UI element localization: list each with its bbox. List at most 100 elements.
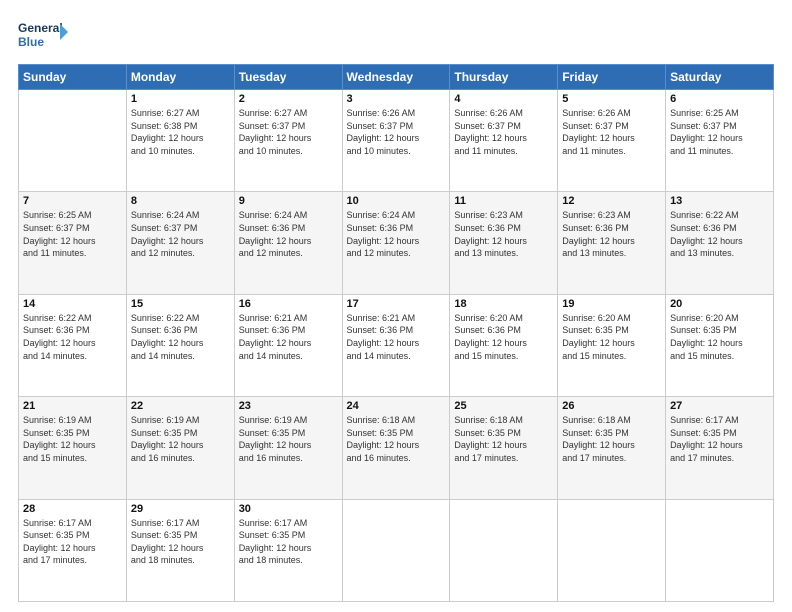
calendar-cell: 12 Sunrise: 6:23 AM Sunset: 6:36 PM Dayli… (558, 192, 666, 294)
calendar-cell: 14 Sunrise: 6:22 AM Sunset: 6:36 PM Dayli… (19, 294, 127, 396)
day-number: 30 (239, 503, 338, 515)
day-info: Sunrise: 6:24 AM Sunset: 6:37 PM Dayligh… (131, 209, 230, 259)
calendar-cell: 4 Sunrise: 6:26 AM Sunset: 6:37 PM Daylig… (450, 90, 558, 192)
day-info: Sunrise: 6:17 AM Sunset: 6:35 PM Dayligh… (670, 414, 769, 464)
calendar-cell: 11Sunrise: 6:23 AM Sunset: 6:36 PM Dayli… (450, 192, 558, 294)
day-number: 26 (562, 400, 661, 412)
calendar-table: SundayMondayTuesdayWednesdayThursdayFrid… (18, 64, 774, 602)
day-info: Sunrise: 6:17 AM Sunset: 6:35 PM Dayligh… (239, 517, 338, 567)
day-number: 25 (454, 400, 553, 412)
day-info: Sunrise: 6:23 AM Sunset: 6:36 PM Dayligh… (454, 209, 553, 259)
calendar-cell (666, 499, 774, 601)
day-info: Sunrise: 6:20 AM Sunset: 6:35 PM Dayligh… (670, 312, 769, 362)
day-info: Sunrise: 6:26 AM Sunset: 6:37 PM Dayligh… (562, 107, 661, 157)
day-info: Sunrise: 6:22 AM Sunset: 6:36 PM Dayligh… (131, 312, 230, 362)
calendar-cell: 29 Sunrise: 6:17 AM Sunset: 6:35 PM Dayli… (126, 499, 234, 601)
calendar-cell: 25 Sunrise: 6:18 AM Sunset: 6:35 PM Dayli… (450, 397, 558, 499)
day-number: 27 (670, 400, 769, 412)
day-info: Sunrise: 6:25 AM Sunset: 6:37 PM Dayligh… (23, 209, 122, 259)
calendar-cell: 24 Sunrise: 6:18 AM Sunset: 6:35 PM Dayli… (342, 397, 450, 499)
day-info: Sunrise: 6:26 AM Sunset: 6:37 PM Dayligh… (454, 107, 553, 157)
day-info: Sunrise: 6:23 AM Sunset: 6:36 PM Dayligh… (562, 209, 661, 259)
calendar-cell: 18 Sunrise: 6:20 AM Sunset: 6:36 PM Dayli… (450, 294, 558, 396)
calendar-cell: 21 Sunrise: 6:19 AM Sunset: 6:35 PM Dayli… (19, 397, 127, 499)
day-number: 29 (131, 503, 230, 515)
calendar-cell: 22 Sunrise: 6:19 AM Sunset: 6:35 PM Dayli… (126, 397, 234, 499)
svg-text:Blue: Blue (18, 35, 44, 49)
day-info: Sunrise: 6:22 AM Sunset: 6:36 PM Dayligh… (23, 312, 122, 362)
day-number: 3 (347, 93, 446, 105)
day-header-monday: Monday (126, 65, 234, 90)
day-number: 22 (131, 400, 230, 412)
calendar-cell (19, 90, 127, 192)
logo: General Blue (18, 18, 68, 54)
day-number: 16 (239, 298, 338, 310)
day-number: 9 (239, 195, 338, 207)
day-header-saturday: Saturday (666, 65, 774, 90)
day-info: Sunrise: 6:19 AM Sunset: 6:35 PM Dayligh… (131, 414, 230, 464)
day-number: 1 (131, 93, 230, 105)
calendar-cell: 6Sunrise: 6:25 AM Sunset: 6:37 PM Daylig… (666, 90, 774, 192)
calendar-cell: 15 Sunrise: 6:22 AM Sunset: 6:36 PM Dayli… (126, 294, 234, 396)
svg-text:General: General (18, 21, 63, 35)
day-number: 12 (562, 195, 661, 207)
day-number: 17 (347, 298, 446, 310)
day-info: Sunrise: 6:22 AM Sunset: 6:36 PM Dayligh… (670, 209, 769, 259)
day-number: 13 (670, 195, 769, 207)
day-info: Sunrise: 6:25 AM Sunset: 6:37 PM Dayligh… (670, 107, 769, 157)
day-header-tuesday: Tuesday (234, 65, 342, 90)
calendar-cell (450, 499, 558, 601)
calendar-cell (342, 499, 450, 601)
day-info: Sunrise: 6:18 AM Sunset: 6:35 PM Dayligh… (562, 414, 661, 464)
calendar-cell: 27 Sunrise: 6:17 AM Sunset: 6:35 PM Dayli… (666, 397, 774, 499)
calendar-cell: 17 Sunrise: 6:21 AM Sunset: 6:36 PM Dayli… (342, 294, 450, 396)
day-info: Sunrise: 6:19 AM Sunset: 6:35 PM Dayligh… (23, 414, 122, 464)
day-header-sunday: Sunday (19, 65, 127, 90)
calendar-cell: 30 Sunrise: 6:17 AM Sunset: 6:35 PM Dayli… (234, 499, 342, 601)
day-number: 4 (454, 93, 553, 105)
day-info: Sunrise: 6:20 AM Sunset: 6:36 PM Dayligh… (454, 312, 553, 362)
day-number: 18 (454, 298, 553, 310)
calendar-cell: 1 Sunrise: 6:27 AM Sunset: 6:38 PM Daylig… (126, 90, 234, 192)
day-info: Sunrise: 6:19 AM Sunset: 6:35 PM Dayligh… (239, 414, 338, 464)
calendar-cell: 23 Sunrise: 6:19 AM Sunset: 6:35 PM Dayli… (234, 397, 342, 499)
day-number: 28 (23, 503, 122, 515)
day-info: Sunrise: 6:17 AM Sunset: 6:35 PM Dayligh… (131, 517, 230, 567)
day-number: 23 (239, 400, 338, 412)
day-header-thursday: Thursday (450, 65, 558, 90)
day-info: Sunrise: 6:21 AM Sunset: 6:36 PM Dayligh… (347, 312, 446, 362)
day-header-wednesday: Wednesday (342, 65, 450, 90)
day-number: 10 (347, 195, 446, 207)
calendar-cell: 10 Sunrise: 6:24 AM Sunset: 6:36 PM Dayli… (342, 192, 450, 294)
day-info: Sunrise: 6:26 AM Sunset: 6:37 PM Dayligh… (347, 107, 446, 157)
day-number: 21 (23, 400, 122, 412)
calendar-cell (558, 499, 666, 601)
day-number: 15 (131, 298, 230, 310)
day-info: Sunrise: 6:20 AM Sunset: 6:35 PM Dayligh… (562, 312, 661, 362)
day-info: Sunrise: 6:18 AM Sunset: 6:35 PM Dayligh… (347, 414, 446, 464)
day-header-friday: Friday (558, 65, 666, 90)
calendar-cell: 8 Sunrise: 6:24 AM Sunset: 6:37 PM Daylig… (126, 192, 234, 294)
day-info: Sunrise: 6:27 AM Sunset: 6:38 PM Dayligh… (131, 107, 230, 157)
calendar-cell: 26 Sunrise: 6:18 AM Sunset: 6:35 PM Dayli… (558, 397, 666, 499)
day-number: 2 (239, 93, 338, 105)
day-number: 7 (23, 195, 122, 207)
day-info: Sunrise: 6:18 AM Sunset: 6:35 PM Dayligh… (454, 414, 553, 464)
day-number: 5 (562, 93, 661, 105)
day-info: Sunrise: 6:21 AM Sunset: 6:36 PM Dayligh… (239, 312, 338, 362)
calendar-cell: 28 Sunrise: 6:17 AM Sunset: 6:35 PM Dayli… (19, 499, 127, 601)
day-number: 20 (670, 298, 769, 310)
logo-svg: General Blue (18, 18, 68, 54)
day-number: 8 (131, 195, 230, 207)
day-info: Sunrise: 6:17 AM Sunset: 6:35 PM Dayligh… (23, 517, 122, 567)
day-info: Sunrise: 6:24 AM Sunset: 6:36 PM Dayligh… (347, 209, 446, 259)
calendar-cell: 16 Sunrise: 6:21 AM Sunset: 6:36 PM Dayli… (234, 294, 342, 396)
calendar-cell: 13 Sunrise: 6:22 AM Sunset: 6:36 PM Dayli… (666, 192, 774, 294)
day-number: 24 (347, 400, 446, 412)
page-header: General Blue (18, 18, 774, 54)
calendar-cell: 5 Sunrise: 6:26 AM Sunset: 6:37 PM Daylig… (558, 90, 666, 192)
calendar-cell: 2 Sunrise: 6:27 AM Sunset: 6:37 PM Daylig… (234, 90, 342, 192)
day-number: 14 (23, 298, 122, 310)
day-info: Sunrise: 6:27 AM Sunset: 6:37 PM Dayligh… (239, 107, 338, 157)
day-number: 19 (562, 298, 661, 310)
